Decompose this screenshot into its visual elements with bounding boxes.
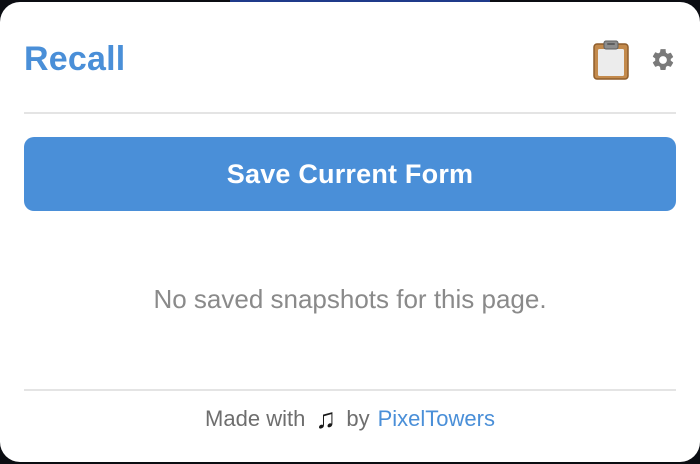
by-text: by (346, 406, 370, 431)
made-with-text: Made with (205, 406, 306, 431)
music-note-icon: ♫ (315, 403, 337, 434)
popup-footer: Made with ♫ by PixelTowers (0, 405, 700, 433)
popup-header: Recall (24, 2, 676, 112)
empty-state-message: No saved snapshots for this page. (153, 284, 547, 314)
footer-divider (24, 389, 676, 391)
clipboard-icon[interactable] (592, 40, 630, 80)
app-title: Recall (24, 39, 126, 78)
header-actions (592, 40, 676, 80)
gear-icon[interactable] (650, 47, 676, 73)
header-divider (24, 112, 676, 114)
save-current-form-button[interactable]: Save Current Form (24, 137, 676, 211)
extension-popup: Recall Save Current Form No saved snapsh… (0, 2, 700, 462)
author-link[interactable]: PixelTowers (378, 406, 495, 432)
